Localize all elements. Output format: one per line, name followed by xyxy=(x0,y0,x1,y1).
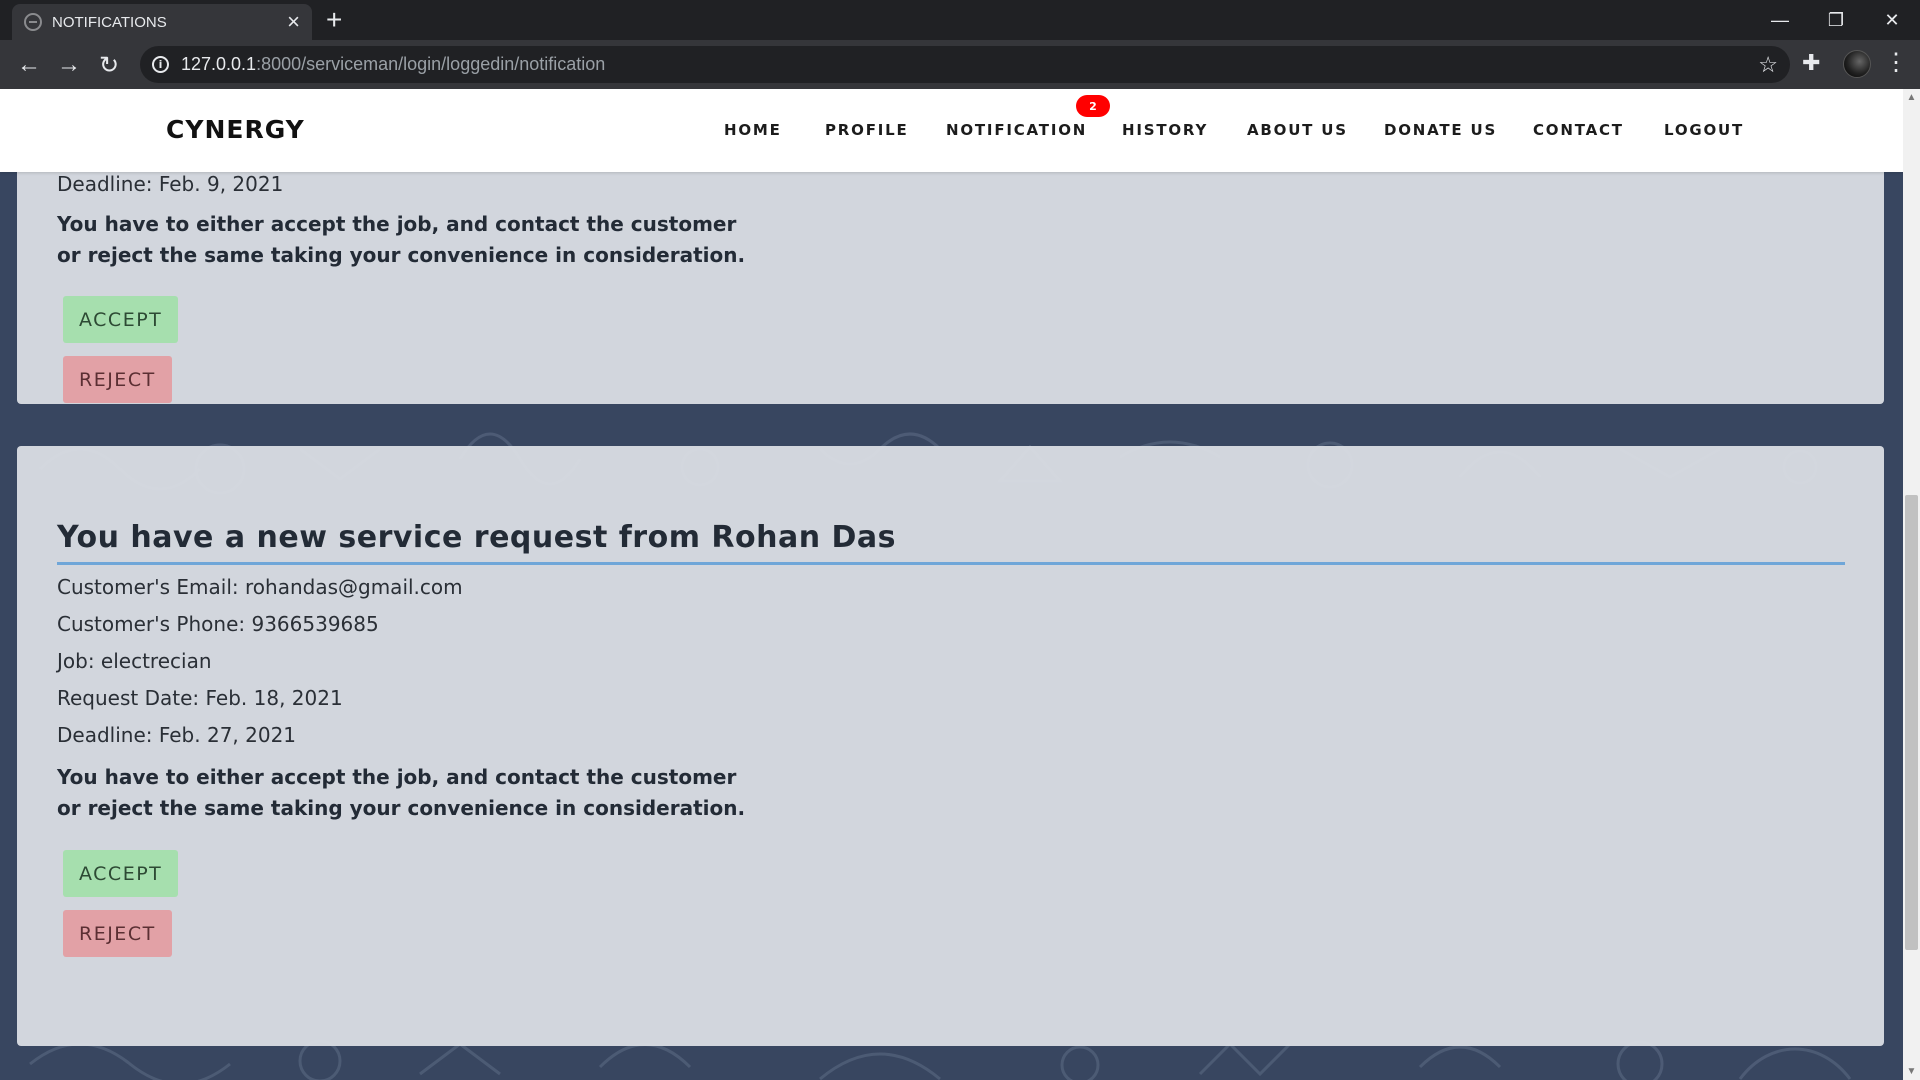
browser-toolbar: ← → ↻ i 127.0.0.1:8000/serviceman/login/… xyxy=(0,40,1920,89)
minimize-icon[interactable]: — xyxy=(1752,0,1808,40)
puzzle-icon[interactable]: ✚ xyxy=(1802,50,1820,76)
scroll-up-icon[interactable]: ▲ xyxy=(1903,89,1920,106)
deadline-text: Deadline: Feb. 9, 2021 xyxy=(57,172,284,196)
url-host: 127.0.0.1 xyxy=(181,54,257,74)
page-viewport: Deadline: Feb. 9, 2021 You have to eithe… xyxy=(0,89,1903,1080)
deadline-text: Deadline: Feb. 27, 2021 xyxy=(57,723,297,747)
tab-title: NOTIFICATIONS xyxy=(52,13,167,31)
nav-donate-us[interactable]: DONATE US xyxy=(1384,121,1497,139)
url-path: :8000/serviceman/login/loggedin/notifica… xyxy=(256,54,606,74)
scroll-down-icon[interactable]: ▼ xyxy=(1903,1063,1920,1080)
nav-about-us[interactable]: ABOUT US xyxy=(1247,121,1348,139)
customer-phone: Customer's Phone: 9366539685 xyxy=(57,612,379,636)
customer-email: Customer's Email: rohandas@gmail.com xyxy=(57,575,463,599)
instruction-line-1: You have to either accept the job, and c… xyxy=(57,212,737,236)
instruction-line-1: You have to either accept the job, and c… xyxy=(57,765,737,789)
address-bar[interactable]: i 127.0.0.1:8000/serviceman/login/logged… xyxy=(140,46,1790,83)
nav-home[interactable]: HOME xyxy=(724,121,782,139)
globe-icon xyxy=(24,13,42,31)
nav-links: HOME PROFILE NOTIFICATION HISTORY ABOUT … xyxy=(0,121,1903,145)
star-icon[interactable]: ☆ xyxy=(1758,52,1778,78)
instruction-line-2: or reject the same taking your convenien… xyxy=(57,796,746,820)
reject-button[interactable]: REJECT xyxy=(63,910,172,957)
nav-contact[interactable]: CONTACT xyxy=(1533,121,1624,139)
accept-button[interactable]: ACCEPT xyxy=(63,296,179,343)
close-window-icon[interactable]: ✕ xyxy=(1864,0,1920,40)
heading-divider xyxy=(57,562,1845,565)
scrollbar-thumb[interactable] xyxy=(1905,495,1918,950)
window-controls: — ❐ ✕ xyxy=(1752,0,1920,40)
new-tab-icon[interactable]: + xyxy=(326,6,342,34)
browser-tabbar: NOTIFICATIONS × + — ❐ ✕ xyxy=(0,0,1920,40)
reload-icon[interactable]: ↻ xyxy=(92,48,126,82)
browser-tab[interactable]: NOTIFICATIONS × xyxy=(12,4,312,40)
service-request-card: You have a new service request from Roha… xyxy=(17,446,1884,1046)
reject-button[interactable]: REJECT xyxy=(63,356,172,403)
forward-arrow-icon[interactable]: → xyxy=(52,48,86,82)
nav-history[interactable]: HISTORY xyxy=(1122,121,1208,139)
info-icon[interactable]: i xyxy=(152,56,169,73)
job-type: Job: electrecian xyxy=(57,649,212,673)
kebab-menu-icon[interactable]: ⋮ xyxy=(1884,48,1908,77)
nav-logout[interactable]: LOGOUT xyxy=(1664,121,1744,139)
instruction-line-2: or reject the same taking your convenien… xyxy=(57,243,746,267)
request-date: Request Date: Feb. 18, 2021 xyxy=(57,686,343,710)
request-heading: You have a new service request from Roha… xyxy=(57,520,897,555)
notification-count-badge: 2 xyxy=(1076,95,1110,117)
restore-icon[interactable]: ❐ xyxy=(1808,0,1864,40)
profile-avatar[interactable] xyxy=(1843,50,1871,78)
site-navbar: CYNERGY HOME PROFILE NOTIFICATION HISTOR… xyxy=(0,89,1903,172)
instruction-note: You have to either accept the job, and c… xyxy=(57,209,817,271)
nav-profile[interactable]: PROFILE xyxy=(825,121,909,139)
nav-notification[interactable]: NOTIFICATION xyxy=(946,121,1087,139)
back-arrow-icon[interactable]: ← xyxy=(12,48,46,82)
instruction-note: You have to either accept the job, and c… xyxy=(57,762,817,824)
close-tab-icon[interactable]: × xyxy=(287,11,300,33)
page-scrollbar[interactable]: ▲ ▼ xyxy=(1903,89,1920,1080)
accept-button[interactable]: ACCEPT xyxy=(63,850,179,897)
